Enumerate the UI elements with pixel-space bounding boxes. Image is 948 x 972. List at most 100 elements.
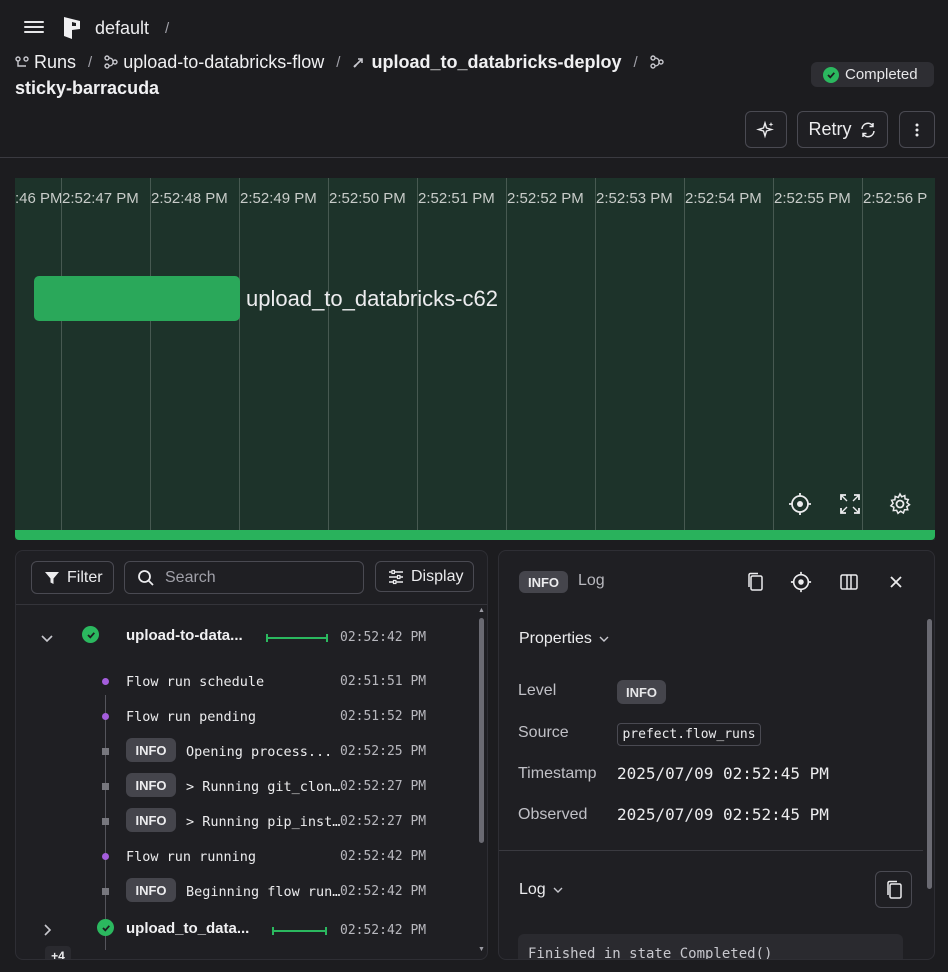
more-options-button[interactable]: [899, 111, 935, 148]
breadcrumb-runs[interactable]: Runs: [15, 52, 76, 73]
log-entry[interactable]: Flow run pending 02:51:52 PM: [16, 702, 476, 732]
deployment-icon: [353, 58, 364, 68]
fullscreen-button[interactable]: [837, 491, 863, 517]
timeline-gridline: [417, 178, 418, 530]
breadcrumb-separator: /: [336, 53, 341, 71]
log-entry[interactable]: INFO Opening process... 02:52:25 PM: [16, 737, 476, 767]
breadcrumb-label: upload-to-databricks-flow: [123, 51, 325, 72]
timeline-progress-bar: [15, 530, 935, 540]
properties-heading: Properties: [519, 630, 592, 647]
flow-run-row[interactable]: upload-to-data... 02:52:42 PM: [16, 625, 476, 655]
observed-value: 2025/07/09 02:52:45 PM: [617, 805, 829, 824]
retry-button[interactable]: Retry: [797, 111, 888, 148]
check-circle-icon: [82, 626, 99, 643]
check-circle-icon: [97, 919, 114, 936]
log-entry[interactable]: INFO > Running pip_inst… 02:52:27 PM: [16, 807, 476, 837]
scrollbar[interactable]: [927, 619, 932, 889]
log-entry[interactable]: INFO > Running git_clon… 02:52:27 PM: [16, 772, 476, 802]
duration-bar: [272, 927, 327, 935]
breadcrumb-run[interactable]: [650, 55, 664, 69]
log-section-toggle[interactable]: Log: [519, 881, 564, 899]
log-marker: [102, 748, 109, 755]
log-heading: Log: [519, 881, 546, 898]
scrollbar[interactable]: [479, 618, 484, 843]
timeline-gridline: [150, 178, 151, 530]
clipboard-icon: [748, 572, 763, 591]
display-button[interactable]: Display: [375, 561, 474, 592]
chevron-right-icon[interactable]: [39, 922, 55, 938]
recenter-button[interactable]: [787, 491, 813, 517]
breadcrumb-separator: /: [88, 53, 93, 71]
ai-assist-button[interactable]: [745, 111, 787, 148]
log-time: 02:52:25 PM: [340, 744, 427, 759]
chevron-down-icon: [553, 887, 563, 893]
expand-icon: [840, 494, 860, 514]
timeline-settings-button[interactable]: [887, 491, 913, 517]
sparkle-icon: [756, 120, 774, 138]
timestamp-value: 2025/07/09 02:52:45 PM: [617, 764, 829, 783]
properties-toggle[interactable]: Properties: [519, 630, 610, 648]
log-time: 02:51:51 PM: [340, 674, 427, 689]
logs-list[interactable]: ▲ ▼ upload-to-data... 02:52:42 PM Flow r…: [16, 606, 487, 959]
page-header: default / Runs / upload-to-databricks-fl…: [0, 0, 948, 158]
columns-icon: [840, 574, 858, 590]
prefect-logo-icon[interactable]: [62, 16, 82, 40]
flow-run-row[interactable]: +4 upload_to_data... 02:52:42 PM: [16, 918, 476, 959]
log-level-badge: INFO: [126, 773, 176, 797]
copy-link-button[interactable]: [744, 571, 766, 593]
log-level-badge: INFO: [126, 808, 176, 832]
more-count-badge[interactable]: +4: [45, 946, 71, 959]
log-marker: [102, 818, 109, 825]
locate-log-button[interactable]: [790, 571, 812, 593]
target-icon: [789, 493, 811, 515]
chevron-down-icon[interactable]: [39, 630, 55, 646]
level-label: Level: [518, 682, 557, 699]
duration-bar: [266, 634, 328, 642]
target-icon: [790, 571, 812, 593]
log-detail-panel: INFO Log Properties Level INFO Source pr…: [498, 550, 935, 960]
logs-toolbar: Filter Display: [16, 551, 487, 605]
scroll-up-arrow[interactable]: ▲: [478, 607, 486, 614]
timeline-task-bar[interactable]: [34, 276, 240, 321]
breadcrumb-deployment[interactable]: upload_to_databricks-deploy: [352, 51, 622, 73]
search-input[interactable]: [165, 568, 345, 587]
flow-run-timeline[interactable]: :46 PM 2:52:47 PM 2:52:48 PM 2:52:49 PM 2:52…: [15, 178, 935, 540]
timeline-gridline: [862, 178, 863, 530]
search-icon: [138, 569, 154, 586]
log-message: Flow run running: [126, 849, 257, 865]
close-panel-button[interactable]: [885, 571, 907, 593]
log-entry[interactable]: INFO Beginning flow run… 02:52:42 PM: [16, 877, 476, 907]
filter-icon: [45, 571, 59, 584]
search-field[interactable]: [124, 561, 364, 594]
filter-label: Filter: [67, 568, 103, 586]
status-label: Completed: [845, 66, 918, 83]
copy-icon: [886, 880, 902, 899]
breadcrumb-separator: /: [633, 53, 638, 71]
refresh-icon: [860, 122, 875, 137]
timeline-gridline: [595, 178, 596, 530]
workspace-name[interactable]: default: [95, 18, 149, 39]
breadcrumb-flow[interactable]: upload-to-databricks-flow: [104, 52, 324, 73]
breadcrumb-label: upload_to_databricks-deploy: [371, 51, 622, 72]
timeline-tick-label: 2:52:55 PM: [774, 190, 851, 207]
log-marker: [102, 888, 109, 895]
log-entry[interactable]: Flow run running 02:52:42 PM: [16, 842, 476, 872]
source-label: Source: [518, 724, 569, 741]
timeline-tick-label: 2:52:53 PM: [596, 190, 673, 207]
timestamp-label: Timestamp: [518, 765, 597, 782]
menu-icon[interactable]: [24, 18, 44, 38]
flow-run-name: upload-to-data...: [126, 627, 243, 644]
timeline-tick-label: 2:52:56 P: [863, 190, 928, 207]
log-level-badge: INFO: [126, 878, 176, 902]
timeline-gridline: [684, 178, 685, 530]
flow-run-icon: [650, 55, 664, 69]
copy-log-button[interactable]: [875, 871, 912, 908]
timeline-task-label: upload_to_databricks-c62: [246, 286, 498, 311]
split-view-button[interactable]: [838, 571, 860, 593]
filter-button[interactable]: Filter: [31, 561, 114, 594]
divider: [499, 850, 923, 851]
timeline-tick-label: 2:52:48 PM: [151, 190, 228, 207]
log-entry[interactable]: Flow run schedule 02:51:51 PM: [16, 667, 476, 697]
log-message: > Running git_clon…: [186, 779, 341, 795]
scroll-down-arrow[interactable]: ▼: [478, 946, 486, 953]
